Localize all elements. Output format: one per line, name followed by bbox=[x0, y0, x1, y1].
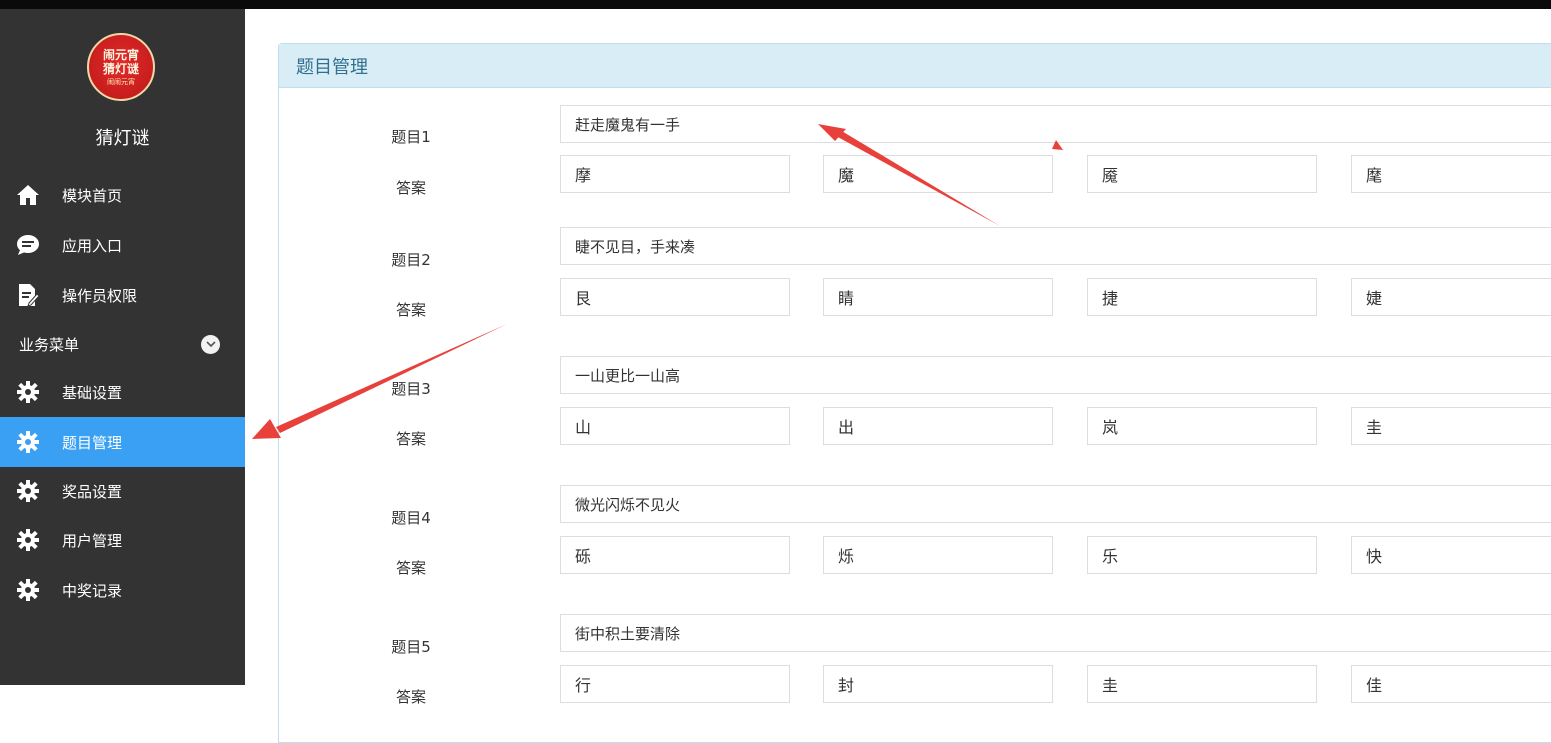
app-logo: 闹元宵 猜灯谜 闹闹元宵 bbox=[87, 33, 155, 101]
answer-input[interactable]: 烁 bbox=[823, 536, 1053, 574]
sidebar-item-label: 中奖记录 bbox=[62, 581, 123, 600]
answer-input[interactable]: 魔 bbox=[823, 155, 1053, 193]
answer-label: 答案 bbox=[395, 430, 426, 448]
question-input[interactable]: 微光闪烁不见火 bbox=[560, 485, 1551, 523]
logo-text-line1: 闹元宵 bbox=[102, 47, 139, 62]
sidebar-item-app-entry[interactable]: 应用入口 bbox=[0, 220, 245, 270]
sidebar-item-question-management[interactable]: 题目管理 bbox=[0, 417, 245, 467]
gear-icon bbox=[16, 430, 40, 454]
question-label: 题目1 bbox=[391, 128, 431, 146]
question-label: 题目2 bbox=[391, 251, 431, 269]
answer-input[interactable]: 岚 bbox=[1087, 407, 1317, 445]
answer-input[interactable]: 出 bbox=[823, 407, 1053, 445]
question-panel: 题目管理 题目1 赶走魔鬼有一手 答案 摩 魔 魇 麾 题目2 睫不见目，手来凑… bbox=[278, 43, 1551, 743]
section-business-menu[interactable]: 业务菜单 bbox=[0, 319, 245, 369]
sidebar-item-label: 操作员权限 bbox=[62, 286, 138, 305]
question-label: 题目4 bbox=[391, 509, 431, 527]
question-input[interactable]: 街中积土要清除 bbox=[560, 614, 1551, 652]
gear-icon bbox=[16, 479, 40, 503]
answer-input[interactable]: 艮 bbox=[560, 278, 790, 316]
answer-input[interactable]: 捷 bbox=[1087, 278, 1317, 316]
app-name: 猜灯谜 bbox=[95, 128, 150, 149]
question-input[interactable]: 睫不见目，手来凑 bbox=[560, 227, 1551, 265]
sidebar-item-basic-settings[interactable]: 基础设置 bbox=[0, 367, 245, 417]
answer-input[interactable]: 麾 bbox=[1351, 155, 1551, 193]
answer-input[interactable]: 魇 bbox=[1087, 155, 1317, 193]
answer-input[interactable]: 圭 bbox=[1351, 407, 1551, 445]
answer-label: 答案 bbox=[395, 688, 426, 706]
gear-icon bbox=[16, 380, 40, 404]
sidebar-item-prize-settings[interactable]: 奖品设置 bbox=[0, 466, 245, 516]
main-content: 题目管理 题目1 赶走魔鬼有一手 答案 摩 魔 魇 麾 题目2 睫不见目，手来凑… bbox=[245, 9, 1551, 743]
logo-text-line3: 闹闹元宵 bbox=[107, 77, 135, 86]
home-icon bbox=[16, 183, 40, 207]
answer-input[interactable]: 封 bbox=[823, 665, 1053, 703]
sidebar-item-label: 基础设置 bbox=[62, 383, 123, 402]
sidebar-item-label: 应用入口 bbox=[62, 236, 123, 255]
sidebar-item-home[interactable]: 模块首页 bbox=[0, 170, 245, 220]
answer-input[interactable]: 婕 bbox=[1351, 278, 1551, 316]
sidebar-item-label: 用户管理 bbox=[62, 531, 123, 550]
answer-input[interactable]: 佳 bbox=[1351, 665, 1551, 703]
sidebar-item-label: 模块首页 bbox=[62, 186, 123, 205]
sidebar-item-user-management[interactable]: 用户管理 bbox=[0, 515, 245, 565]
answer-label: 答案 bbox=[395, 301, 426, 319]
answer-input[interactable]: 山 bbox=[560, 407, 790, 445]
sidebar-item-winning-records[interactable]: 中奖记录 bbox=[0, 565, 245, 615]
question-input[interactable]: 赶走魔鬼有一手 bbox=[560, 105, 1551, 143]
question-input[interactable]: 一山更比一山高 bbox=[560, 356, 1551, 394]
answer-input[interactable]: 砾 bbox=[560, 536, 790, 574]
sidebar-item-label: 奖品设置 bbox=[62, 482, 123, 501]
answer-input[interactable]: 快 bbox=[1351, 536, 1551, 574]
answer-input[interactable]: 乐 bbox=[1087, 536, 1317, 574]
section-label: 业务菜单 bbox=[19, 335, 80, 354]
top-bar bbox=[0, 0, 1551, 9]
sidebar-item-operator-permissions[interactable]: 操作员权限 bbox=[0, 270, 245, 320]
sidebar-item-label: 题目管理 bbox=[62, 433, 123, 452]
chat-bubble-icon bbox=[16, 233, 40, 257]
answer-label: 答案 bbox=[395, 179, 426, 197]
answer-input[interactable]: 摩 bbox=[560, 155, 790, 193]
question-label: 题目3 bbox=[391, 380, 431, 398]
answer-input[interactable]: 行 bbox=[560, 665, 790, 703]
panel-title: 题目管理 bbox=[279, 44, 1551, 88]
gear-icon bbox=[16, 578, 40, 602]
chevron-down-icon[interactable] bbox=[201, 335, 220, 354]
gear-icon bbox=[16, 528, 40, 552]
answer-input[interactable]: 圭 bbox=[1087, 665, 1317, 703]
answer-label: 答案 bbox=[395, 559, 426, 577]
sidebar: 闹元宵 猜灯谜 闹闹元宵 猜灯谜 模块首页 应用入口 操作员权限 业务菜单 基础… bbox=[0, 9, 245, 685]
question-label: 题目5 bbox=[391, 638, 431, 656]
answer-input[interactable]: 睛 bbox=[823, 278, 1053, 316]
logo-text-line2: 猜灯谜 bbox=[102, 61, 139, 76]
document-edit-icon bbox=[16, 283, 40, 307]
